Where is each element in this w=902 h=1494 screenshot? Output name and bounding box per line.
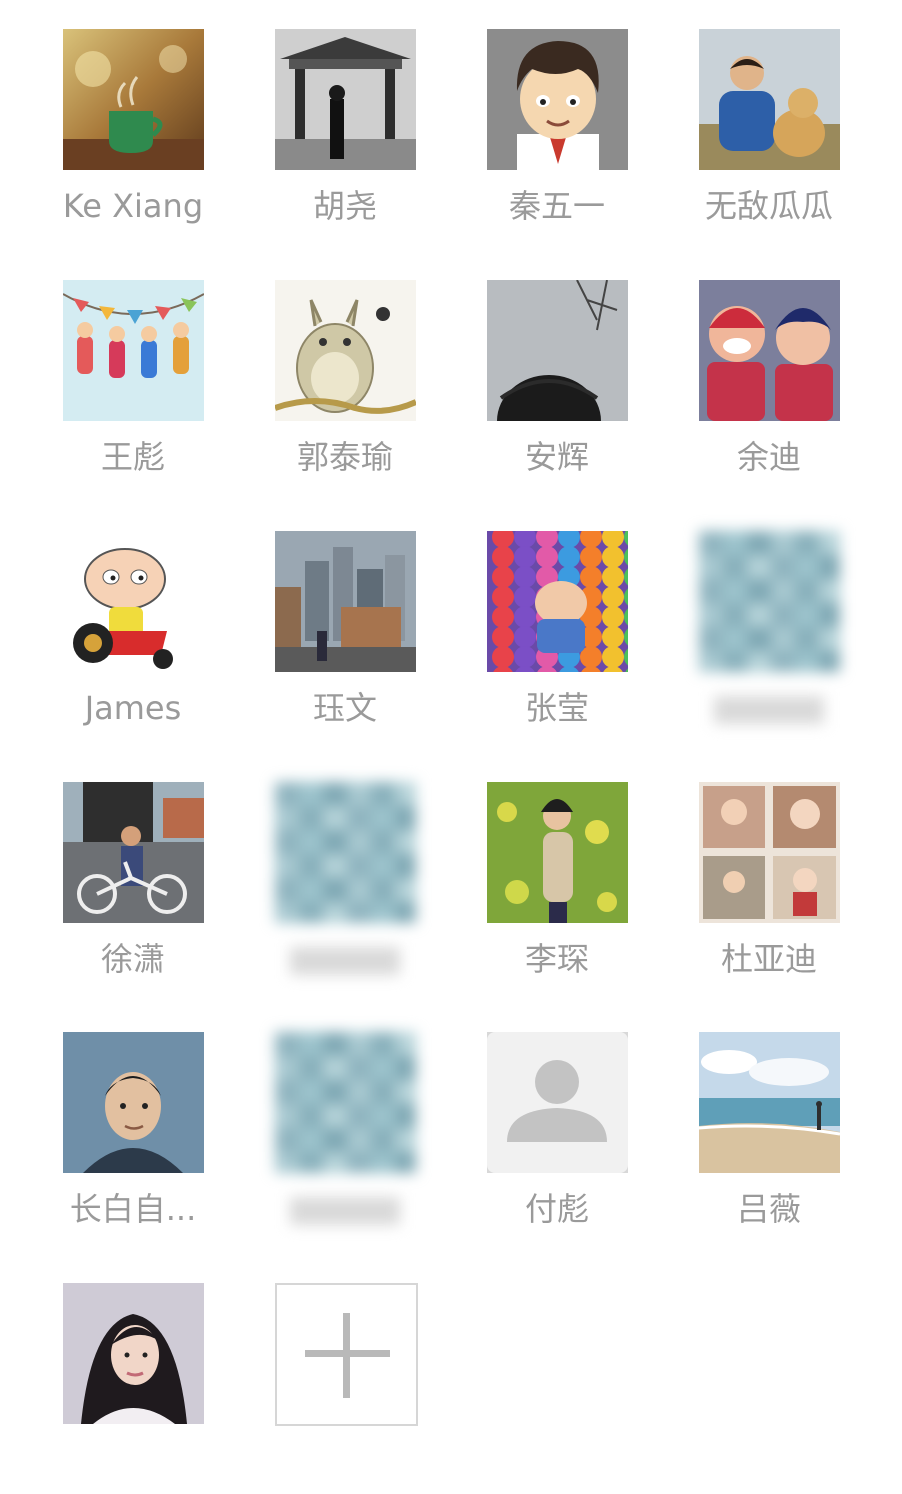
member-avatar[interactable] [274, 531, 416, 672]
member-name [239, 1185, 451, 1233]
add-member-tile[interactable] [239, 1254, 451, 1494]
member-tile[interactable]: James [27, 502, 239, 742]
member-tile[interactable]: 安辉 [451, 251, 663, 491]
member-tile[interactable] [239, 753, 451, 993]
member-avatar[interactable] [274, 29, 416, 170]
member-avatar[interactable] [486, 1032, 628, 1173]
member-avatar[interactable] [274, 1032, 416, 1173]
member-name [663, 684, 875, 732]
member-tile[interactable]: Ke Xiang [27, 0, 239, 240]
member-avatar[interactable] [698, 531, 840, 672]
member-name: 徐潇 [100, 940, 165, 978]
member-name: 余迪 [736, 438, 801, 476]
member-name: James [84, 689, 182, 727]
member-name: 张莹 [524, 689, 589, 727]
member-name: 付彪 [524, 1190, 589, 1228]
member-tile[interactable]: 杜亚迪 [663, 753, 875, 993]
member-name: 胡尧 [312, 187, 377, 225]
member-avatar[interactable] [698, 280, 840, 421]
member-tile[interactable]: 吕薇 [663, 1003, 875, 1243]
member-tile[interactable]: 徐潇 [27, 753, 239, 993]
member-avatar[interactable] [62, 782, 204, 923]
member-avatar[interactable] [698, 1032, 840, 1173]
member-name [239, 935, 451, 983]
member-name: 李琛 [524, 940, 589, 978]
member-name: 长白自... [69, 1190, 197, 1228]
member-tile[interactable]: 王彪 [27, 251, 239, 491]
member-avatar[interactable] [486, 280, 628, 421]
member-tile[interactable]: 郭泰瑜 [239, 251, 451, 491]
member-name: 无敌瓜瓜 [704, 187, 833, 225]
member-tile[interactable]: 秦五一 [451, 0, 663, 240]
member-avatar[interactable] [698, 782, 840, 923]
member-tile[interactable]: 长白自... [27, 1003, 239, 1243]
member-avatar[interactable] [62, 531, 204, 672]
member-tile[interactable]: 付彪 [451, 1003, 663, 1243]
member-avatar[interactable] [62, 280, 204, 421]
member-name: 郭泰瑜 [296, 438, 393, 476]
member-name: 珏文 [312, 689, 377, 727]
member-avatar[interactable] [62, 29, 204, 170]
member-name: 杜亚迪 [720, 940, 817, 978]
member-avatar[interactable] [698, 29, 840, 170]
member-tile[interactable]: 张莹 [451, 502, 663, 742]
member-tile[interactable] [27, 1254, 239, 1494]
member-name: 吕薇 [736, 1190, 801, 1228]
member-avatar[interactable] [486, 782, 628, 923]
member-avatar[interactable] [486, 29, 628, 170]
member-tile[interactable]: 余迪 [663, 251, 875, 491]
member-name: 安辉 [524, 438, 589, 476]
member-name: 王彪 [100, 438, 165, 476]
member-tile[interactable] [239, 1003, 451, 1243]
member-avatar[interactable] [62, 1283, 204, 1424]
member-tile[interactable]: 珏文 [239, 502, 451, 742]
member-name: Ke Xiang [62, 187, 204, 225]
add-member-button[interactable] [274, 1283, 418, 1426]
member-tile[interactable] [663, 502, 875, 742]
member-tile[interactable]: 李琛 [451, 753, 663, 993]
member-tile[interactable]: 胡尧 [239, 0, 451, 240]
member-tile[interactable]: 无敌瓜瓜 [663, 0, 875, 240]
member-avatar[interactable] [274, 782, 416, 923]
member-avatar[interactable] [486, 531, 628, 672]
member-grid: Ke Xiang 胡尧 秦五一 无敌瓜瓜王彪 郭泰瑜 安辉 余迪 James 珏文 张莹徐潇 李琛 杜… [0, 0, 902, 1434]
member-avatar[interactable] [62, 1032, 204, 1173]
member-name: 秦五一 [508, 187, 605, 225]
member-avatar[interactable] [274, 280, 416, 421]
